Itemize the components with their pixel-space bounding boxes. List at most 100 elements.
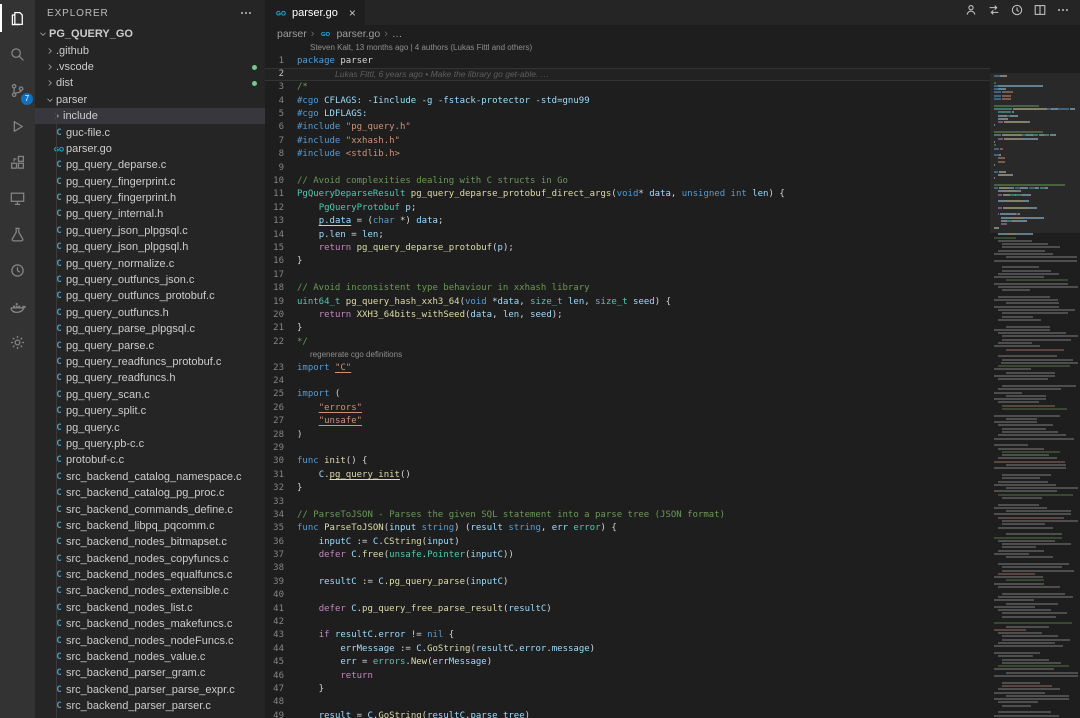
line-number[interactable]: 31 bbox=[265, 469, 297, 482]
tree-item-pg-query-fingerprint-c[interactable]: Cpg_query_fingerprint.c bbox=[35, 174, 265, 190]
line-number[interactable]: 28 bbox=[265, 429, 297, 442]
code-line[interactable]: 39 resultC := C.pg_query_parse(inputC) bbox=[265, 576, 990, 589]
code-line[interactable]: 5#cgo LDFLAGS: bbox=[265, 108, 990, 121]
activity-run-and-debug-button[interactable] bbox=[0, 108, 35, 144]
tree-item-src-backend-nodes-value-c[interactable]: Csrc_backend_nodes_value.c bbox=[35, 649, 265, 665]
code-line[interactable]: 8#include <stdlib.h> bbox=[265, 148, 990, 161]
code-line[interactable]: 35func ParseToJSON(input string) (result… bbox=[265, 522, 990, 535]
activity-clock-button[interactable] bbox=[0, 252, 35, 288]
views-and-more-actions-button[interactable] bbox=[239, 6, 253, 20]
code-line[interactable]: 29 bbox=[265, 442, 990, 455]
code-line[interactable]: 1package parser bbox=[265, 55, 990, 68]
tree-item-pg-query-go[interactable]: PG_QUERY_GO bbox=[35, 26, 265, 42]
code-editor[interactable]: Steven Kalt, 13 months ago | 4 authors (… bbox=[265, 42, 990, 718]
tree-item-src-backend-parser-parser-c[interactable]: Csrc_backend_parser_parser.c bbox=[35, 698, 265, 714]
code-line[interactable]: 44 errMessage := C.GoString(resultC.erro… bbox=[265, 643, 990, 656]
tree-item-src-backend-nodes-nodefuncs-c[interactable]: Csrc_backend_nodes_nodeFuncs.c bbox=[35, 632, 265, 648]
tree-item-pg-query-pb-c-c[interactable]: Cpg_query.pb-c.c bbox=[35, 436, 265, 452]
tree-item-pg-query-readfuncs-protobuf-c[interactable]: Cpg_query_readfuncs_protobuf.c bbox=[35, 354, 265, 370]
line-number[interactable]: 33 bbox=[265, 496, 297, 509]
code-line[interactable]: 48 bbox=[265, 696, 990, 709]
activity-docker-button[interactable] bbox=[0, 288, 35, 324]
code-line[interactable]: 25import ( bbox=[265, 388, 990, 401]
code-line[interactable]: 46 return bbox=[265, 670, 990, 683]
tree-item-guc-file-c[interactable]: Cguc-file.c bbox=[35, 124, 265, 140]
code-line[interactable]: 21} bbox=[265, 322, 990, 335]
line-number[interactable]: 34 bbox=[265, 509, 297, 522]
line-number[interactable]: 18 bbox=[265, 282, 297, 295]
line-number[interactable]: 32 bbox=[265, 482, 297, 495]
code-line[interactable]: 22*/ bbox=[265, 336, 990, 349]
tree-item-src-backend-catalog-pg-proc-c[interactable]: Csrc_backend_catalog_pg_proc.c bbox=[35, 485, 265, 501]
tree-item-github[interactable]: .github bbox=[35, 42, 265, 58]
tree-item-include[interactable]: include bbox=[35, 108, 265, 124]
line-number[interactable]: 44 bbox=[265, 643, 297, 656]
code-line[interactable]: 27 "unsafe" bbox=[265, 415, 990, 428]
line-number[interactable]: 43 bbox=[265, 629, 297, 642]
line-number[interactable]: 23 bbox=[265, 362, 297, 375]
line-number[interactable]: 6 bbox=[265, 121, 297, 134]
code-line[interactable]: 12 PgQueryProtobuf p; bbox=[265, 202, 990, 215]
code-line[interactable]: 19uint64_t pg_query_hash_xxh3_64(void *d… bbox=[265, 296, 990, 309]
code-lens[interactable]: regenerate cgo definitions bbox=[265, 349, 990, 362]
tree-item-src-backend-libpq-pqcomm-c[interactable]: Csrc_backend_libpq_pqcomm.c bbox=[35, 518, 265, 534]
line-number[interactable]: 3 bbox=[265, 81, 297, 94]
tree-item-vscode[interactable]: .vscode bbox=[35, 59, 265, 75]
line-number[interactable]: 17 bbox=[265, 269, 297, 282]
code-line[interactable]: 37 defer C.free(unsafe.Pointer(inputC)) bbox=[265, 549, 990, 562]
code-line[interactable]: 23import "C" bbox=[265, 362, 990, 375]
tree-item-src-backend-catalog-namespace-c[interactable]: Csrc_backend_catalog_namespace.c bbox=[35, 469, 265, 485]
line-number[interactable]: 47 bbox=[265, 683, 297, 696]
code-line[interactable]: 31 C.pg_query_init() bbox=[265, 469, 990, 482]
line-number[interactable]: 42 bbox=[265, 616, 297, 629]
code-line[interactable]: 15 return pg_query_deparse_protobuf(p); bbox=[265, 242, 990, 255]
tree-item-pg-query-outfuncs-h[interactable]: Cpg_query_outfuncs.h bbox=[35, 305, 265, 321]
activity-explorer-button[interactable] bbox=[0, 0, 35, 36]
line-number[interactable]: 9 bbox=[265, 162, 297, 175]
code-line[interactable]: 43 if resultC.error != nil { bbox=[265, 629, 990, 642]
code-line[interactable]: 10// Avoid complexities dealing with C s… bbox=[265, 175, 990, 188]
line-number[interactable]: 12 bbox=[265, 202, 297, 215]
line-number[interactable]: 7 bbox=[265, 135, 297, 148]
tree-item-pg-query-json-plpgsql-h[interactable]: Cpg_query_json_plpgsql.h bbox=[35, 239, 265, 255]
code-line[interactable]: 45 err = errors.New(errMessage) bbox=[265, 656, 990, 669]
line-number[interactable]: 20 bbox=[265, 309, 297, 322]
line-number[interactable]: 24 bbox=[265, 375, 297, 388]
tree-item-parser-go[interactable]: GOparser.go bbox=[35, 141, 265, 157]
line-number[interactable]: 5 bbox=[265, 108, 297, 121]
history-button[interactable] bbox=[1010, 3, 1024, 22]
code-line[interactable]: 30func init() { bbox=[265, 455, 990, 468]
code-line[interactable]: 13 p.data = (char *) data; bbox=[265, 215, 990, 228]
code-line[interactable]: 42 bbox=[265, 616, 990, 629]
line-number[interactable]: 8 bbox=[265, 148, 297, 161]
breadcrumb-item[interactable]: parser bbox=[277, 28, 307, 40]
code-line[interactable]: 47 } bbox=[265, 683, 990, 696]
line-number[interactable]: 27 bbox=[265, 415, 297, 428]
code-line[interactable]: 36 inputC := C.CString(input) bbox=[265, 536, 990, 549]
line-number[interactable]: 22 bbox=[265, 336, 297, 349]
line-number[interactable]: 30 bbox=[265, 455, 297, 468]
split-editor-button[interactable] bbox=[1033, 3, 1047, 22]
activity-extensions-button[interactable] bbox=[0, 144, 35, 180]
tree-item-pg-query-scan-c[interactable]: Cpg_query_scan.c bbox=[35, 387, 265, 403]
line-number[interactable]: 16 bbox=[265, 255, 297, 268]
code-line[interactable]: 17 bbox=[265, 269, 990, 282]
line-number[interactable]: 14 bbox=[265, 229, 297, 242]
tree-item-pg-query-fingerprint-h[interactable]: Cpg_query_fingerprint.h bbox=[35, 190, 265, 206]
tree-item-protobuf-c-c[interactable]: Cprotobuf-c.c bbox=[35, 452, 265, 468]
code-line[interactable]: 34// ParseToJSON - Parses the given SQL … bbox=[265, 509, 990, 522]
breadcrumb-item[interactable]: … bbox=[392, 28, 403, 40]
code-line[interactable]: 28) bbox=[265, 429, 990, 442]
line-number[interactable]: 11 bbox=[265, 188, 297, 201]
tree-item-src-backend-parser-gram-c[interactable]: Csrc_backend_parser_gram.c bbox=[35, 665, 265, 681]
tree-item-src-backend-nodes-bitmapset-c[interactable]: Csrc_backend_nodes_bitmapset.c bbox=[35, 534, 265, 550]
line-number[interactable]: 4 bbox=[265, 95, 297, 108]
activity-remote-explorer-button[interactable] bbox=[0, 180, 35, 216]
open-changes-button[interactable] bbox=[987, 3, 1001, 22]
code-line[interactable]: 4#cgo CFLAGS: -Iinclude -g -fstack-prote… bbox=[265, 95, 990, 108]
toggle-blame-button[interactable] bbox=[964, 3, 978, 22]
more-actions-button[interactable] bbox=[1056, 3, 1070, 22]
tree-item-src-backend-parser-parse-expr-c[interactable]: Csrc_backend_parser_parse_expr.c bbox=[35, 682, 265, 698]
code-line[interactable]: 26 "errors" bbox=[265, 402, 990, 415]
tree-item-pg-query-outfuncs-json-c[interactable]: Cpg_query_outfuncs_json.c bbox=[35, 272, 265, 288]
